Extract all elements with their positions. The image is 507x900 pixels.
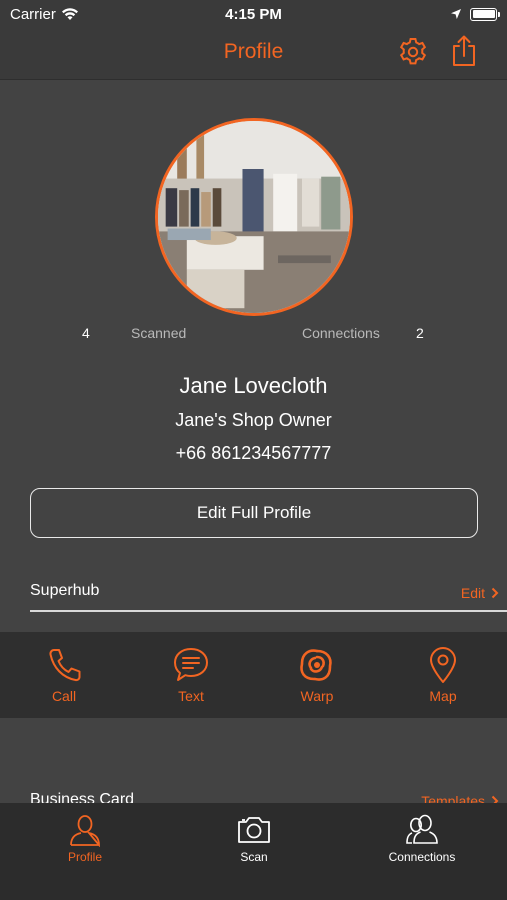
text-label: Text: [178, 688, 204, 704]
call-action[interactable]: Call: [19, 632, 109, 718]
profile-role: Jane's Shop Owner: [175, 410, 332, 430]
profile-name: Jane Lovecloth: [179, 373, 328, 398]
superhub-title: Superhub: [30, 582, 100, 599]
profile-phone: +66 861234567777: [175, 443, 332, 463]
action-bar: Call Text Warp Map: [0, 632, 507, 718]
warp-swirl-icon: [300, 649, 332, 681]
share-icon[interactable]: [449, 34, 479, 68]
edit-full-profile-button[interactable]: Edit Full Profile: [30, 488, 478, 538]
connections-label: Connections: [302, 325, 380, 341]
superhub-edit-link[interactable]: Edit: [461, 585, 499, 601]
tab-bar: Profile Scan Connections: [0, 803, 507, 900]
scanned-count: 4: [82, 325, 90, 341]
tab-scan-label: Scan: [240, 850, 268, 864]
tab-scan[interactable]: Scan: [194, 803, 314, 873]
navigation-bar: Profile: [0, 28, 507, 80]
status-bar: Carrier 4:15 PM: [0, 0, 507, 28]
tab-profile[interactable]: Profile: [25, 803, 145, 873]
battery-icon: [470, 7, 500, 21]
status-right: [450, 7, 500, 21]
scanned-label: Scanned: [131, 325, 187, 341]
text-action[interactable]: Text: [146, 632, 236, 718]
camera-icon: [238, 817, 270, 843]
wifi-icon: [61, 8, 78, 20]
warp-action[interactable]: Warp: [272, 632, 362, 718]
location-arrow-icon: [451, 9, 461, 19]
warp-label: Warp: [300, 688, 334, 704]
map-label: Map: [429, 688, 457, 704]
map-pin-icon: [430, 647, 456, 683]
profile-photo[interactable]: [155, 118, 353, 316]
tab-connections[interactable]: Connections: [362, 803, 482, 873]
tab-connections-label: Connections: [388, 850, 456, 864]
phone-icon: [49, 649, 81, 682]
person-icon: [70, 815, 100, 847]
superhub-divider: [30, 610, 507, 612]
store-interior-photo: [158, 121, 350, 313]
connections-count: 2: [416, 325, 424, 341]
chat-bubble-icon: [174, 648, 208, 681]
chevron-right-icon: [491, 587, 499, 599]
map-action[interactable]: Map: [398, 632, 488, 718]
carrier-label: Carrier: [10, 5, 56, 23]
status-left: Carrier: [10, 6, 79, 23]
page-title: Profile: [223, 40, 284, 63]
gear-icon[interactable]: [397, 36, 429, 68]
tab-profile-label: Profile: [67, 850, 102, 864]
superhub-edit-label: Edit: [460, 585, 485, 601]
people-icon: [406, 814, 438, 844]
call-label: Call: [51, 688, 77, 704]
